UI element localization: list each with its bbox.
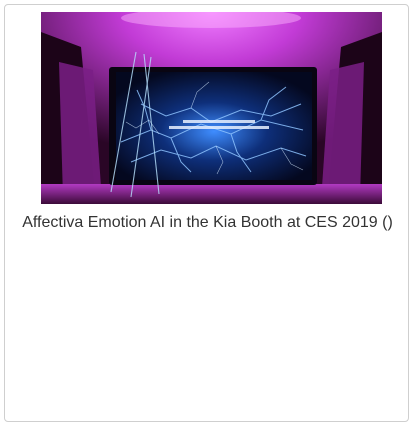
media-card: Affectiva Emotion AI in the Kia Booth at… — [4, 4, 409, 422]
booth-photo-graphic — [41, 12, 382, 204]
photo-caption: Affectiva Emotion AI in the Kia Booth at… — [22, 214, 393, 231]
booth-photo[interactable] — [41, 12, 382, 204]
